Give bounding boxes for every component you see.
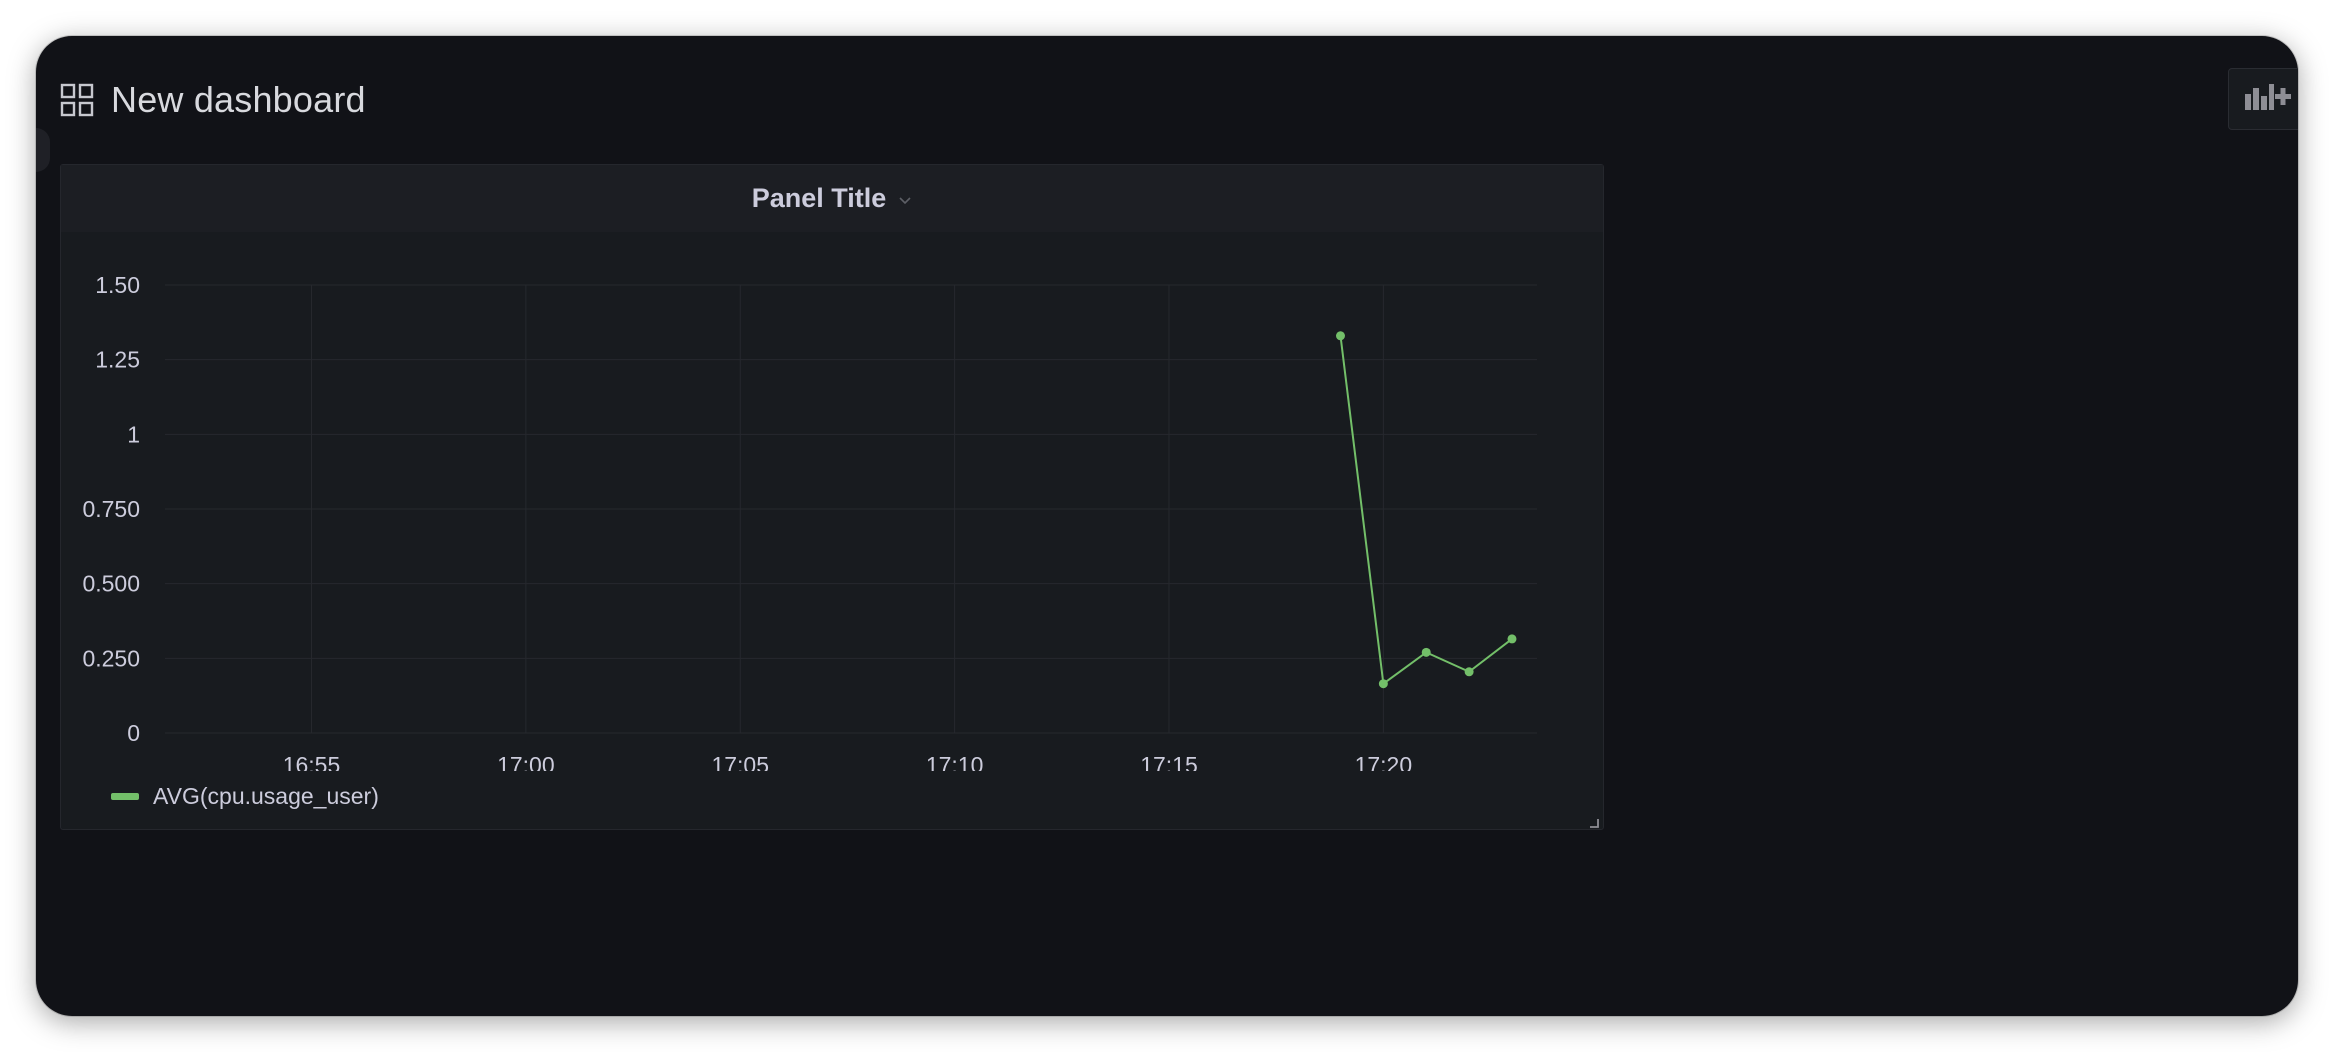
panel-header[interactable]: Panel Title xyxy=(61,165,1603,232)
dashboard-grid-icon xyxy=(60,83,94,117)
add-panel-icon xyxy=(2245,82,2297,117)
panel-title[interactable]: Panel Title xyxy=(752,183,887,214)
dashboard-header: New dashboard xyxy=(60,76,366,124)
chevron-down-icon[interactable] xyxy=(898,193,912,205)
line-chart: 0 0.250 0.500 0.750 1 1.25 1.50 16:55 17:00 17:05… xyxy=(82,272,1537,771)
y-tick-label: 0 xyxy=(127,720,140,746)
data-point xyxy=(1335,331,1345,341)
x-tick-label: 17:10 xyxy=(926,752,984,771)
y-tick-label: 1 xyxy=(127,421,140,447)
legend-label: AVG(cpu.usage_user) xyxy=(153,783,379,809)
legend-swatch xyxy=(111,793,139,800)
data-point xyxy=(1507,634,1517,644)
x-tick-label: 17:20 xyxy=(1355,752,1413,771)
x-tick-label: 17:15 xyxy=(1140,752,1198,771)
dashboard-title[interactable]: New dashboard xyxy=(111,79,366,121)
y-tick-label: 0.250 xyxy=(82,645,140,671)
y-tick-label: 1.50 xyxy=(95,272,140,298)
data-point xyxy=(1421,647,1431,657)
x-tick-label: 17:00 xyxy=(497,752,555,771)
y-tick-label: 0.750 xyxy=(82,496,140,522)
data-point xyxy=(1464,667,1474,677)
y-tick-label: 0.500 xyxy=(82,571,140,597)
legend-item[interactable]: AVG(cpu.usage_user) xyxy=(111,783,379,810)
dashboard-window: New dashboard Panel Title 0 0.250 0.500 0.7… xyxy=(36,36,2298,1016)
series-line xyxy=(1339,335,1513,686)
add-panel-button[interactable] xyxy=(2228,68,2298,130)
resize-handle-icon[interactable] xyxy=(1589,815,1599,828)
sidebar-toggle-button[interactable] xyxy=(36,128,50,172)
x-tick-label: 17:05 xyxy=(711,752,769,771)
graph-panel: Panel Title 0 0.250 0.500 0.750 1 1.25 1.50 16:… xyxy=(60,164,1604,830)
y-tick-label: 1.25 xyxy=(95,347,140,373)
data-point xyxy=(1378,679,1388,689)
x-tick-label: 16:55 xyxy=(283,752,341,771)
